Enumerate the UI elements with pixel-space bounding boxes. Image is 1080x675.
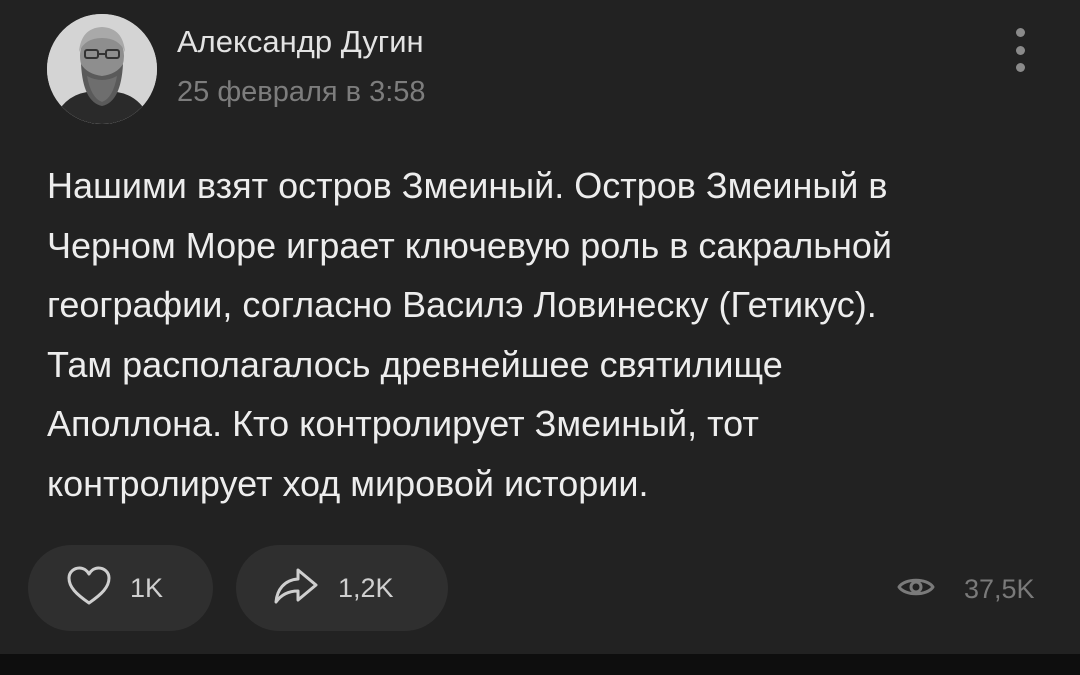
post-text-line: Нашими взят остров Змеиный. Остров Змеин… [47,165,888,206]
menu-dot [1015,45,1025,55]
post-text-line: Аполлона. Кто контролирует Змеиный, тот [47,403,759,444]
post-text: Нашими взят остров Змеиный. Остров Змеин… [47,156,1047,513]
heart-icon [66,565,112,612]
like-button[interactable]: 1K [28,545,213,631]
post-text-line: географии, согласно Василэ Ловинеску (Ге… [47,284,877,325]
author-avatar[interactable] [47,14,157,124]
menu-dot [1015,28,1025,37]
menu-dot [1015,63,1025,72]
post-text-line: Черном Море играет ключевую роль в сакра… [47,224,892,266]
share-button[interactable]: 1,2K [236,545,448,631]
like-count: 1K [130,572,164,603]
views-counter: 37,5K [896,568,1035,610]
post-text-line: контролирует ход мировой истории. [47,462,649,504]
share-count: 1,2K [338,572,394,603]
author-name[interactable]: Александр Дугин [177,22,424,62]
more-vertical-icon[interactable] [1002,22,1038,78]
post-card: Александр Дугин 25 февраля в 3:58 Нашими… [0,0,1080,654]
share-arrow-icon [272,566,320,611]
post-text-line: Там располагалось древнейшее святилище [47,343,783,385]
eye-icon [896,574,936,605]
views-count: 37,5K [964,573,1035,604]
post-date[interactable]: 25 февраля в 3:58 [177,73,426,111]
bottom-divider [0,654,1080,675]
